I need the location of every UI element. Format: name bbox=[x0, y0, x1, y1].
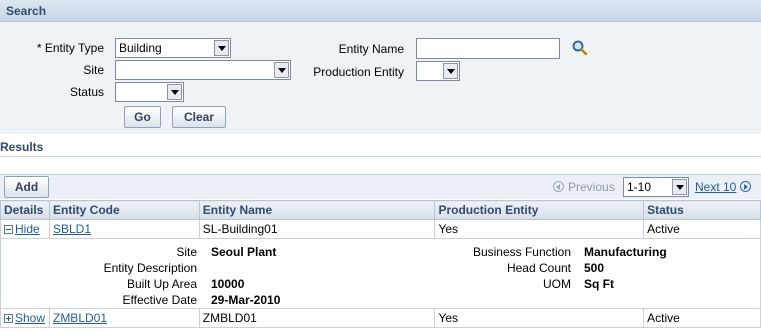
entity-code-cell: SBLD1 bbox=[48, 219, 200, 239]
status-select[interactable] bbox=[115, 82, 184, 102]
go-button[interactable]: Go bbox=[124, 106, 161, 128]
detail-head-count-label: Head Count bbox=[506, 261, 571, 275]
details-toggle-show[interactable]: Show bbox=[0, 308, 50, 328]
status-cell: Active bbox=[643, 308, 761, 328]
entity-name-label: Entity Name bbox=[338, 42, 404, 56]
previous-link: Previous bbox=[553, 180, 615, 194]
column-header-status[interactable]: Status bbox=[643, 200, 761, 220]
detail-business-function-label: Business Function bbox=[472, 245, 571, 259]
search-title: Search bbox=[6, 4, 47, 18]
production-entity-label: Production Entity bbox=[313, 65, 404, 79]
site-select[interactable] bbox=[115, 60, 291, 80]
table-row: Show ZMBLD01 ZMBLD01 Yes Active bbox=[0, 308, 761, 328]
table-row: Hide SBLD1 SL-Building01 Yes Active bbox=[0, 219, 761, 239]
range-select[interactable]: 1-10 bbox=[623, 177, 689, 197]
results-divider bbox=[0, 156, 761, 157]
detail-effective-date-value: 29-Mar-2010 bbox=[211, 293, 281, 307]
minus-box-icon bbox=[4, 225, 13, 234]
magnifier-icon bbox=[572, 40, 588, 56]
results-toolbar: Add Previous 1-10 Next 10 bbox=[0, 174, 761, 199]
entity-type-select[interactable]: Building bbox=[115, 38, 231, 58]
detail-built-up-area-value: 10000 bbox=[211, 277, 245, 291]
results-table: Details Entity Code Entity Name Producti… bbox=[0, 200, 761, 328]
search-panel: * Entity Type Building Site Status Entit… bbox=[0, 22, 761, 134]
detail-row: Site Seoul Plant Entity Description Buil… bbox=[0, 238, 761, 309]
entity-code-link[interactable]: ZMBLD01 bbox=[53, 311, 107, 325]
production-entity-cell: Yes bbox=[434, 219, 645, 239]
circle-right-arrow-icon bbox=[740, 181, 752, 192]
dropdown-arrow-icon bbox=[274, 62, 289, 78]
detail-built-up-area-label: Built Up Area bbox=[126, 277, 197, 291]
entity-name-cell: SL-Building01 bbox=[198, 219, 436, 239]
column-header-production-entity[interactable]: Production Entity bbox=[434, 200, 645, 220]
dropdown-arrow-icon bbox=[672, 179, 687, 195]
status-cell: Active bbox=[643, 219, 761, 239]
detail-effective-date-label: Effective Date bbox=[122, 293, 197, 307]
results-title: Results bbox=[0, 140, 44, 154]
entity-code-cell: ZMBLD01 bbox=[48, 308, 200, 328]
dropdown-arrow-icon bbox=[214, 40, 229, 56]
detail-site-value: Seoul Plant bbox=[211, 245, 277, 259]
detail-entity-description-label: Entity Description bbox=[103, 261, 197, 275]
search-section-header: Search bbox=[0, 0, 761, 22]
entity-name-input[interactable] bbox=[416, 38, 560, 59]
details-toggle-hide[interactable]: Hide bbox=[0, 219, 50, 239]
add-button[interactable]: Add bbox=[4, 176, 49, 198]
column-header-entity-name[interactable]: Entity Name bbox=[198, 200, 436, 220]
detail-panel: Site Seoul Plant Entity Description Buil… bbox=[0, 238, 761, 309]
next-link[interactable]: Next 10 bbox=[695, 180, 752, 194]
detail-uom-label: UOM bbox=[543, 277, 571, 291]
detail-business-function-value: Manufacturing bbox=[584, 245, 667, 259]
dropdown-arrow-icon bbox=[167, 84, 182, 100]
site-label: Site bbox=[83, 63, 104, 77]
table-header-row: Details Entity Code Entity Name Producti… bbox=[0, 200, 761, 220]
production-entity-select[interactable] bbox=[416, 61, 460, 81]
required-marker: * bbox=[36, 41, 42, 55]
entity-type-label: * Entity Type bbox=[36, 41, 104, 55]
detail-head-count-value: 500 bbox=[584, 261, 605, 275]
status-label: Status bbox=[69, 85, 104, 99]
detail-site-label: Site bbox=[176, 245, 197, 259]
detail-uom-value: Sq Ft bbox=[584, 277, 614, 291]
dropdown-arrow-icon bbox=[443, 63, 458, 79]
clear-button[interactable]: Clear bbox=[172, 106, 226, 128]
circle-left-arrow-icon bbox=[553, 181, 564, 192]
column-header-details[interactable]: Details bbox=[0, 200, 50, 220]
entity-name-cell: ZMBLD01 bbox=[198, 308, 436, 328]
plus-box-icon bbox=[4, 314, 13, 323]
production-entity-cell: Yes bbox=[434, 308, 645, 328]
entity-code-link[interactable]: SBLD1 bbox=[53, 222, 91, 236]
column-header-entity-code[interactable]: Entity Code bbox=[48, 200, 200, 220]
search-lookup-icon[interactable] bbox=[571, 39, 589, 57]
